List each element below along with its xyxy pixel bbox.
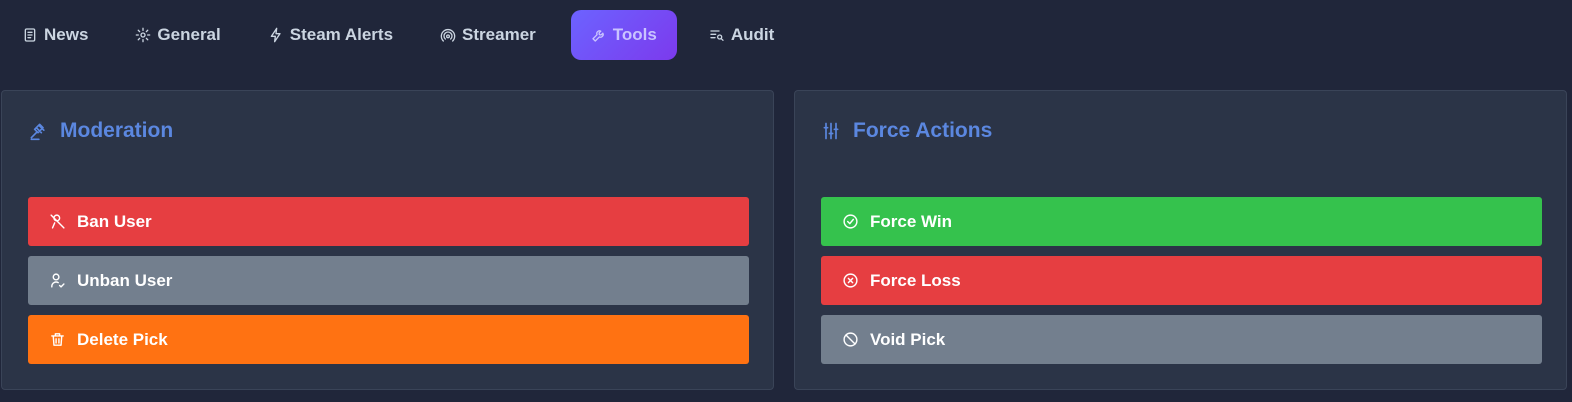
tab-audit[interactable]: Audit	[697, 10, 786, 60]
void-pick-button[interactable]: Void Pick	[821, 315, 1542, 364]
broadcast-icon	[440, 27, 456, 43]
button-label: Delete Pick	[77, 329, 168, 349]
force-actions-list: Force Win Force Loss Void Pick	[821, 197, 1542, 374]
tab-steam-alerts[interactable]: Steam Alerts	[256, 10, 405, 60]
unban-user-button[interactable]: Unban User	[28, 256, 749, 305]
tab-tools[interactable]: Tools	[570, 10, 677, 60]
panel-title: Moderation	[28, 119, 173, 143]
tab-label: Steam Alerts	[289, 25, 394, 44]
sliders-icon	[821, 121, 841, 141]
tab-streamer[interactable]: Streamer	[428, 10, 548, 60]
button-label: Force Loss	[870, 270, 961, 290]
button-label: Force Win	[870, 211, 953, 231]
button-label: Unban User	[77, 270, 173, 290]
list-search-icon	[709, 27, 725, 43]
tab-label: General	[157, 25, 221, 44]
button-label: Void Pick	[870, 329, 946, 349]
force-win-button[interactable]: Force Win	[821, 197, 1542, 246]
ban-user-button[interactable]: Ban User	[28, 197, 749, 246]
force-actions-panel: Force Actions Force Win Force Loss Void …	[794, 90, 1567, 390]
trash-icon	[49, 331, 66, 348]
button-label: Ban User	[77, 211, 152, 231]
gear-icon	[135, 27, 151, 43]
delete-pick-button[interactable]: Delete Pick	[28, 315, 749, 364]
gavel-icon	[28, 121, 48, 141]
moderation-actions: Ban User Unban User Delete Pick	[28, 197, 749, 374]
moderation-title: Moderation	[60, 119, 174, 142]
user-check-icon	[49, 272, 66, 289]
tab-label: News	[44, 25, 89, 44]
tab-label: Audit	[730, 25, 775, 44]
tab-general[interactable]: General	[123, 10, 232, 60]
newspaper-icon	[22, 27, 38, 43]
tab-label: Streamer	[462, 25, 536, 44]
check-circle-icon	[842, 213, 859, 230]
force-loss-button[interactable]: Force Loss	[821, 256, 1542, 305]
top-nav: News General Steam Alerts Streamer Tools…	[0, 10, 809, 60]
wrench-icon	[591, 27, 607, 43]
lightning-icon	[268, 27, 284, 43]
moderation-panel: Moderation Ban User Unban User Delete Pi…	[1, 90, 774, 390]
panel-title: Force Actions	[821, 119, 992, 143]
ban-icon	[842, 331, 859, 348]
user-ban-icon	[49, 213, 66, 230]
force-actions-title: Force Actions	[853, 119, 993, 142]
tab-label: Tools	[612, 25, 657, 44]
x-circle-icon	[842, 272, 859, 289]
tab-news[interactable]: News	[10, 10, 100, 60]
